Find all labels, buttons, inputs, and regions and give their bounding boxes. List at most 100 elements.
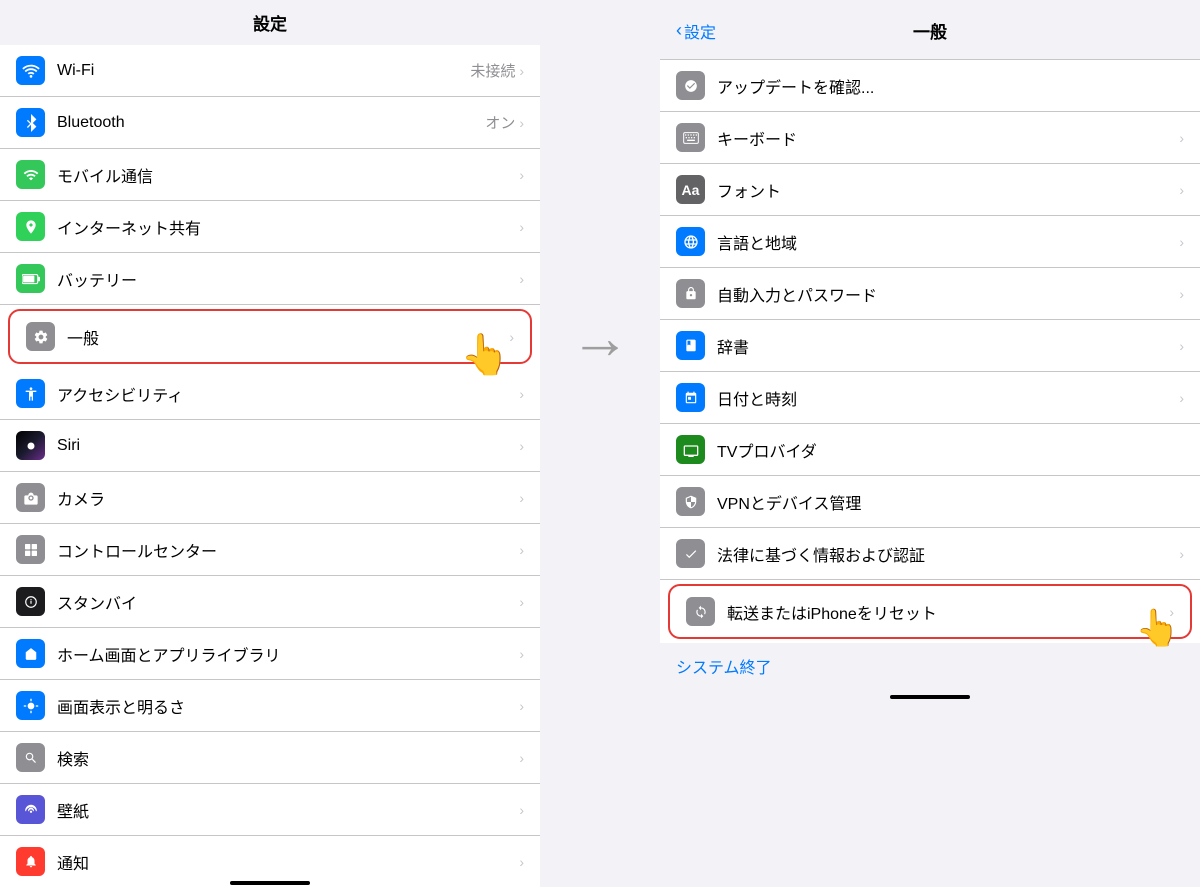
back-chevron: ‹ [676,20,682,41]
transfer-label: 転送またはiPhoneをリセット [727,600,1169,624]
datetime-chevron: › [1179,390,1184,406]
transfer-item[interactable]: 転送またはiPhoneをリセット › [668,584,1192,639]
list-item[interactable]: カメラ › [0,472,540,524]
font-icon: Aa [676,175,705,204]
list-item[interactable]: 画面表示と明るさ › [0,680,540,732]
datetime-icon [676,383,705,412]
right-mid-list: TVプロバイダ VPNとデバイス管理 法律に基づく情報および認証 › [660,423,1200,579]
list-item[interactable]: 辞書 › [660,320,1200,372]
homescreen-label: ホーム画面とアプリライブラリ [57,642,519,666]
search-icon [16,743,45,772]
datetime-label: 日付と時刻 [717,386,1179,410]
list-item[interactable]: 自動入力とパスワード › [660,268,1200,320]
control-icon [16,535,45,564]
right-bottom-list: 転送またはiPhoneをリセット › 👆 [660,579,1200,643]
list-item[interactable]: 壁紙 › [0,784,540,836]
list-item[interactable]: 言語と地域 › [660,216,1200,268]
list-item[interactable]: Bluetooth オン › [0,97,540,149]
transfer-icon [686,597,715,626]
list-item[interactable]: スタンバイ › [0,576,540,628]
list-item[interactable]: Aa フォント › [660,164,1200,216]
homescreen-icon [16,639,45,668]
list-item[interactable]: インターネット共有 › [0,201,540,253]
wallpaper-label: 壁紙 [57,798,519,822]
language-label: 言語と地域 [717,230,1179,254]
general-icon [26,322,55,351]
bluetooth-chevron: › [519,115,524,131]
search-label: 検索 [57,746,519,770]
list-item[interactable]: コントロールセンター › [0,524,540,576]
system-end-button[interactable]: システム終了 [660,643,1200,689]
list-item[interactable]: キーボード › [660,112,1200,164]
tv-icon [676,435,705,464]
wifi-value: 未接続 [470,60,515,81]
tv-label: TVプロバイダ [717,438,1184,462]
left-panel: 設定 Wi-Fi 未接続 › Bluetooth オン › モバイル通信 [0,0,540,675]
update-label: アップデートを確認... [717,74,1184,98]
list-item[interactable]: 検索 › [0,732,540,784]
list-item[interactable]: Wi-Fi 未接続 › [0,45,540,97]
back-button[interactable]: ‹ 設定 [676,19,716,43]
font-label: フォント [717,178,1179,202]
arrow-section: → [540,0,660,675]
camera-label: カメラ [57,486,519,510]
dictionary-label: 辞書 [717,334,1179,358]
list-item[interactable]: アクセシビリティ › [0,368,540,420]
list-item[interactable]: バッテリー › [0,253,540,305]
list-item[interactable]: モバイル通信 › [0,149,540,201]
notification-label: 通知 [57,850,519,874]
legal-label: 法律に基づく情報および認証 [717,542,1179,566]
list-item[interactable]: ホーム画面とアプリライブラリ › [0,628,540,680]
hotspot-label: インターネット共有 [57,215,519,239]
accessibility-chevron: › [519,386,524,402]
siri-icon [16,431,45,460]
bluetooth-value: オン [485,112,515,133]
vpn-label: VPNとデバイス管理 [717,490,1184,514]
wallpaper-icon [16,795,45,824]
keyboard-icon [676,123,705,152]
list-item[interactable]: TVプロバイダ [660,424,1200,476]
list-item[interactable]: 通知 › [0,836,540,887]
control-chevron: › [519,542,524,558]
list-item[interactable]: 法律に基づく情報および認証 › [660,528,1200,579]
hotspot-icon [16,212,45,241]
language-chevron: › [1179,234,1184,250]
display-label: 画面表示と明るさ [57,694,519,718]
left-settings-list: Wi-Fi 未接続 › Bluetooth オン › モバイル通信 › [0,45,540,887]
list-item[interactable]: アップデートを確認... [660,60,1200,112]
standby-label: スタンバイ [57,590,519,614]
home-indicator-right [890,695,970,699]
autofill-label: 自動入力とパスワード [717,282,1179,306]
camera-chevron: › [519,490,524,506]
mobile-label: モバイル通信 [57,163,515,187]
update-icon [676,71,705,100]
list-item[interactable]: Siri › [0,420,540,472]
right-title: 一般 [913,18,947,43]
list-item[interactable]: VPNとデバイス管理 [660,476,1200,528]
homescreen-chevron: › [519,646,524,662]
hotspot-chevron: › [519,219,524,235]
wifi-chevron: › [519,63,524,79]
left-title: 設定 [253,10,287,35]
battery-label: バッテリー [57,267,519,291]
language-icon [676,227,705,256]
notification-chevron: › [519,854,524,870]
right-panel: ‹ 設定 一般 アップデートを確認... キーボード › Aa フォント › [660,0,1200,675]
display-chevron: › [519,698,524,714]
wifi-label: Wi-Fi [57,62,470,80]
display-icon [16,691,45,720]
mobile-icon [16,160,45,189]
transfer-chevron: › [1169,604,1174,620]
control-label: コントロールセンター [57,538,519,562]
list-item[interactable]: 日付と時刻 › [660,372,1200,423]
dictionary-icon [676,331,705,360]
general-label: 一般 [67,325,509,349]
general-item[interactable]: 一般 › [8,309,532,364]
notification-icon [16,847,45,876]
camera-icon [16,483,45,512]
battery-icon [16,264,45,293]
legal-icon [676,539,705,568]
autofill-icon [676,279,705,308]
general-chevron: › [509,329,514,345]
dictionary-chevron: › [1179,338,1184,354]
